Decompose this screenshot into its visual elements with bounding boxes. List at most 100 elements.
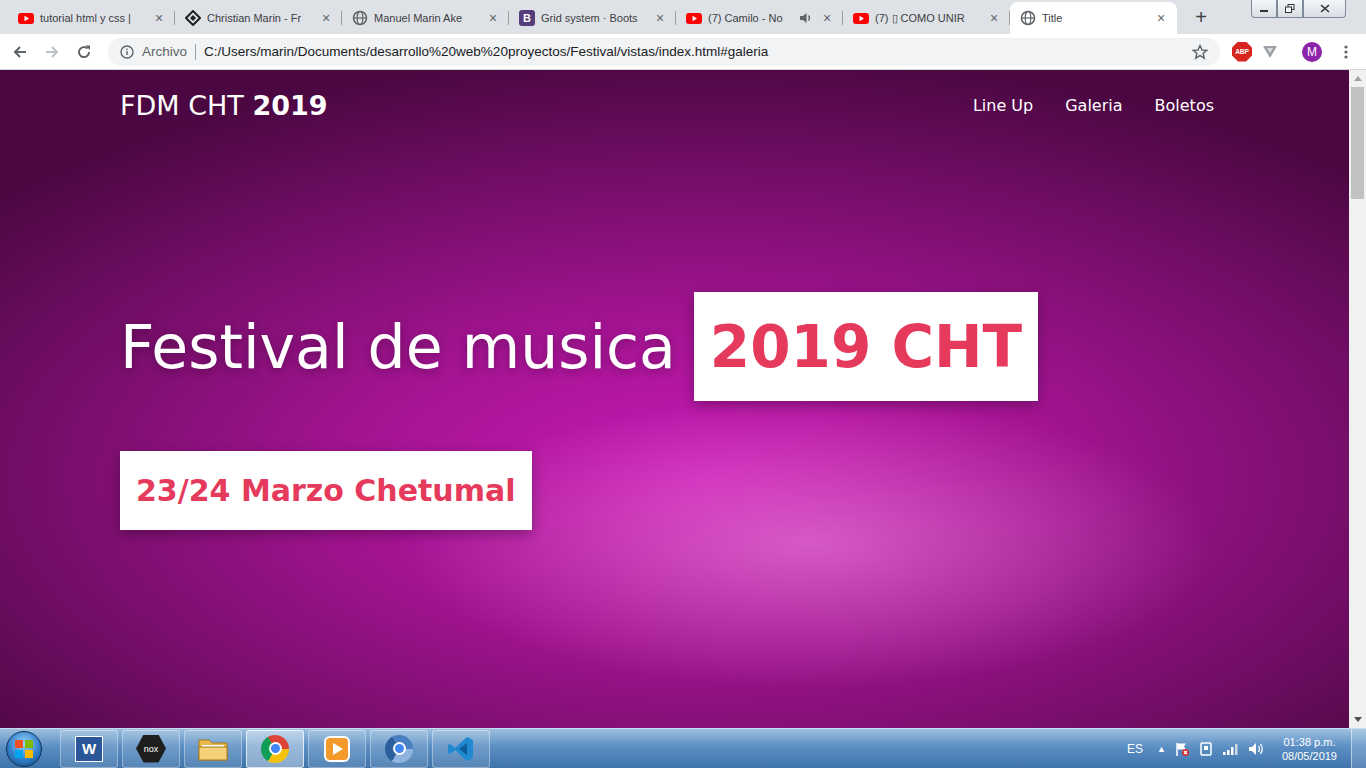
info-icon[interactable] <box>120 45 134 59</box>
restore-icon <box>1285 4 1295 13</box>
back-button[interactable] <box>6 38 34 66</box>
scheme-label: Archivo <box>142 44 187 59</box>
youtube-icon <box>853 10 869 26</box>
new-tab-button[interactable]: + <box>1187 3 1215 31</box>
taskbar-app[interactable] <box>184 730 242 768</box>
nav-link[interactable]: Boletos <box>1155 96 1214 115</box>
start-button[interactable] <box>2 730 46 768</box>
clock-date: 08/05/2019 <box>1282 749 1337 763</box>
hero-body: Festival de musica2019 CHT 23/24 Marzo Ch… <box>120 292 1214 530</box>
date-row: 23/24 Marzo Chetumal <box>120 451 1214 530</box>
forward-button[interactable] <box>38 38 66 66</box>
adblock-extension-button[interactable]: ABP <box>1232 42 1252 62</box>
restore-button[interactable] <box>1277 0 1303 18</box>
menu-button[interactable] <box>1332 38 1360 66</box>
favicon <box>853 10 869 26</box>
show-desktop-button[interactable] <box>1351 729 1366 768</box>
signal-icon[interactable] <box>1222 741 1240 757</box>
toolbar: Archivo C:/Users/marin/Documents/desarrol… <box>0 34 1366 70</box>
down-triangle-icon <box>1354 717 1362 722</box>
close-window-button[interactable] <box>1303 0 1346 18</box>
device-icon[interactable] <box>1198 741 1214 757</box>
tab-label: Grid system · Boots <box>541 12 646 24</box>
star-icon[interactable] <box>1192 44 1208 60</box>
profile-avatar[interactable]: M <box>1302 42 1322 62</box>
show-hidden-icons-button[interactable]: ▲ <box>1157 744 1166 754</box>
tab-close-button[interactable]: × <box>151 10 167 26</box>
taskbar-app[interactable] <box>308 730 366 768</box>
taskbar-app[interactable] <box>246 730 304 768</box>
nav-link[interactable]: Line Up <box>973 96 1033 115</box>
address-bar[interactable]: Archivo C:/Users/marin/Documents/desarrol… <box>108 38 1220 66</box>
browser-tab[interactable]: Christian Marin - Fr × <box>175 2 342 34</box>
reload-icon <box>76 44 92 60</box>
taskbar-app[interactable] <box>370 730 428 768</box>
volume-icon[interactable] <box>1248 741 1266 757</box>
page-viewport: FDM CHT 2019 Line Up Galeria Boletos Festiva… <box>0 70 1366 728</box>
tab-label: Title <box>1042 12 1147 24</box>
youtube-icon <box>18 10 34 26</box>
diamond-icon <box>185 10 201 26</box>
taskbar-app[interactable]: nox <box>122 730 180 768</box>
close-icon <box>1320 4 1330 13</box>
scroll-up-button[interactable] <box>1349 70 1366 87</box>
browser-tab[interactable]: (7) Camilo - No× <box>676 2 843 34</box>
site-logo[interactable]: FDM CHT 2019 <box>120 90 328 121</box>
extension-button[interactable] <box>1262 44 1278 60</box>
date-badge: 23/24 Marzo Chetumal <box>120 451 532 530</box>
favicon <box>18 10 34 26</box>
browser-tab[interactable]: Manuel Marin Ake× <box>342 2 509 34</box>
title-row: Festival de musica2019 CHT <box>120 292 1214 401</box>
hero-title: Festival de musica <box>120 312 676 382</box>
tab-label: tutorial html y css | <box>40 12 145 24</box>
browser-tab[interactable]: tutorial html y css | × <box>8 2 175 34</box>
page-scrollbar[interactable] <box>1349 70 1366 728</box>
bootstrap-icon: B <box>519 10 535 26</box>
tab-close-button[interactable]: × <box>1153 10 1169 26</box>
folder-icon <box>198 736 228 762</box>
tab-label: (7) ▯ COMO UNIR <box>875 12 980 25</box>
media-player-icon <box>323 735 351 763</box>
system-tray: ES ▲ 01:38 p.m.08/05/2019 <box>1127 729 1366 768</box>
tab-close-button[interactable]: × <box>318 10 334 26</box>
taskbar-app[interactable]: W <box>60 730 118 768</box>
taskbar-apps: Wnox <box>60 730 490 768</box>
favicon <box>1020 10 1036 26</box>
v-extension-icon <box>1262 44 1278 60</box>
tab-close-button[interactable]: × <box>485 10 501 26</box>
favicon <box>352 10 368 26</box>
language-indicator[interactable]: ES <box>1127 742 1143 756</box>
tab-close-button[interactable]: × <box>986 10 1002 26</box>
divider <box>195 44 196 60</box>
forward-arrow-icon <box>44 44 60 60</box>
speaker-icon[interactable] <box>799 11 813 25</box>
word-icon: W <box>75 736 103 762</box>
up-triangle-icon <box>1354 76 1362 81</box>
scroll-thumb[interactable] <box>1351 87 1364 199</box>
site-header: FDM CHT 2019 Line Up Galeria Boletos <box>120 70 1214 140</box>
browser-tab[interactable]: (7) ▯ COMO UNIR × <box>843 2 1010 34</box>
minimize-icon <box>1259 5 1269 13</box>
nav-link[interactable]: Galeria <box>1065 96 1122 115</box>
taskbar-app[interactable] <box>432 730 490 768</box>
action-center-flag-icon[interactable] <box>1174 741 1190 757</box>
reload-button[interactable] <box>70 38 98 66</box>
scroll-down-button[interactable] <box>1349 711 1366 728</box>
hero-section: FDM CHT 2019 Line Up Galeria Boletos Festiva… <box>0 70 1349 728</box>
chrome-icon <box>385 735 413 763</box>
more-vertical-icon <box>1338 44 1354 60</box>
taskbar: Wnox ES ▲ 01:38 p.m.08/05/2019 <box>0 728 1366 768</box>
tab-close-button[interactable]: × <box>819 10 835 26</box>
drag-area <box>1215 0 1251 34</box>
browser-tab[interactable]: Title × <box>1010 2 1177 34</box>
tab-strip: tutorial html y css |×Christian Marin - … <box>0 0 1366 34</box>
clock[interactable]: 01:38 p.m.08/05/2019 <box>1282 735 1337 763</box>
tab-label: Christian Marin - Fr <box>207 12 312 24</box>
url-text[interactable]: C:/Users/marin/Documents/desarrollo%20we… <box>204 44 768 59</box>
tab-close-button[interactable]: × <box>652 10 668 26</box>
minimize-button[interactable] <box>1251 0 1277 18</box>
scroll-track[interactable] <box>1349 87 1366 711</box>
browser-tab[interactable]: B Grid system · Boots × <box>509 2 676 34</box>
start-orb <box>6 731 42 767</box>
vscode-icon <box>447 735 475 763</box>
